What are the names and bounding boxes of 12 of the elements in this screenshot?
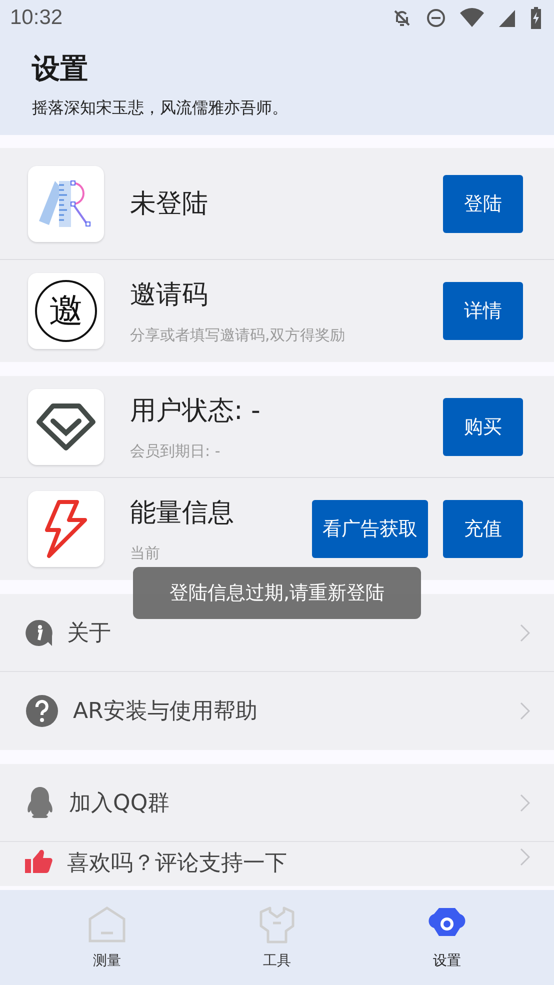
row-subtitle: 当前 xyxy=(130,544,160,563)
row-title: 未登陆 xyxy=(130,188,209,221)
status-time: 10:32 xyxy=(10,6,63,30)
row-subtitle: 会员到期日: - xyxy=(130,442,220,460)
invite-badge-icon: 邀 xyxy=(35,280,97,342)
row-title: 用户状态: - xyxy=(130,394,262,428)
page-title: 设置 xyxy=(32,51,89,87)
row-title: 邀请码 xyxy=(130,279,209,312)
login-expired-toast: 登陆信息过期,请重新登陆 xyxy=(133,567,421,619)
page-subtitle: 摇落深知宋玉悲，风流儒雅亦吾师。 xyxy=(32,98,289,119)
row-title: 能量信息 xyxy=(130,497,235,530)
row-subtitle: 分享或者填写邀请码,双方得奖励 xyxy=(130,326,345,345)
